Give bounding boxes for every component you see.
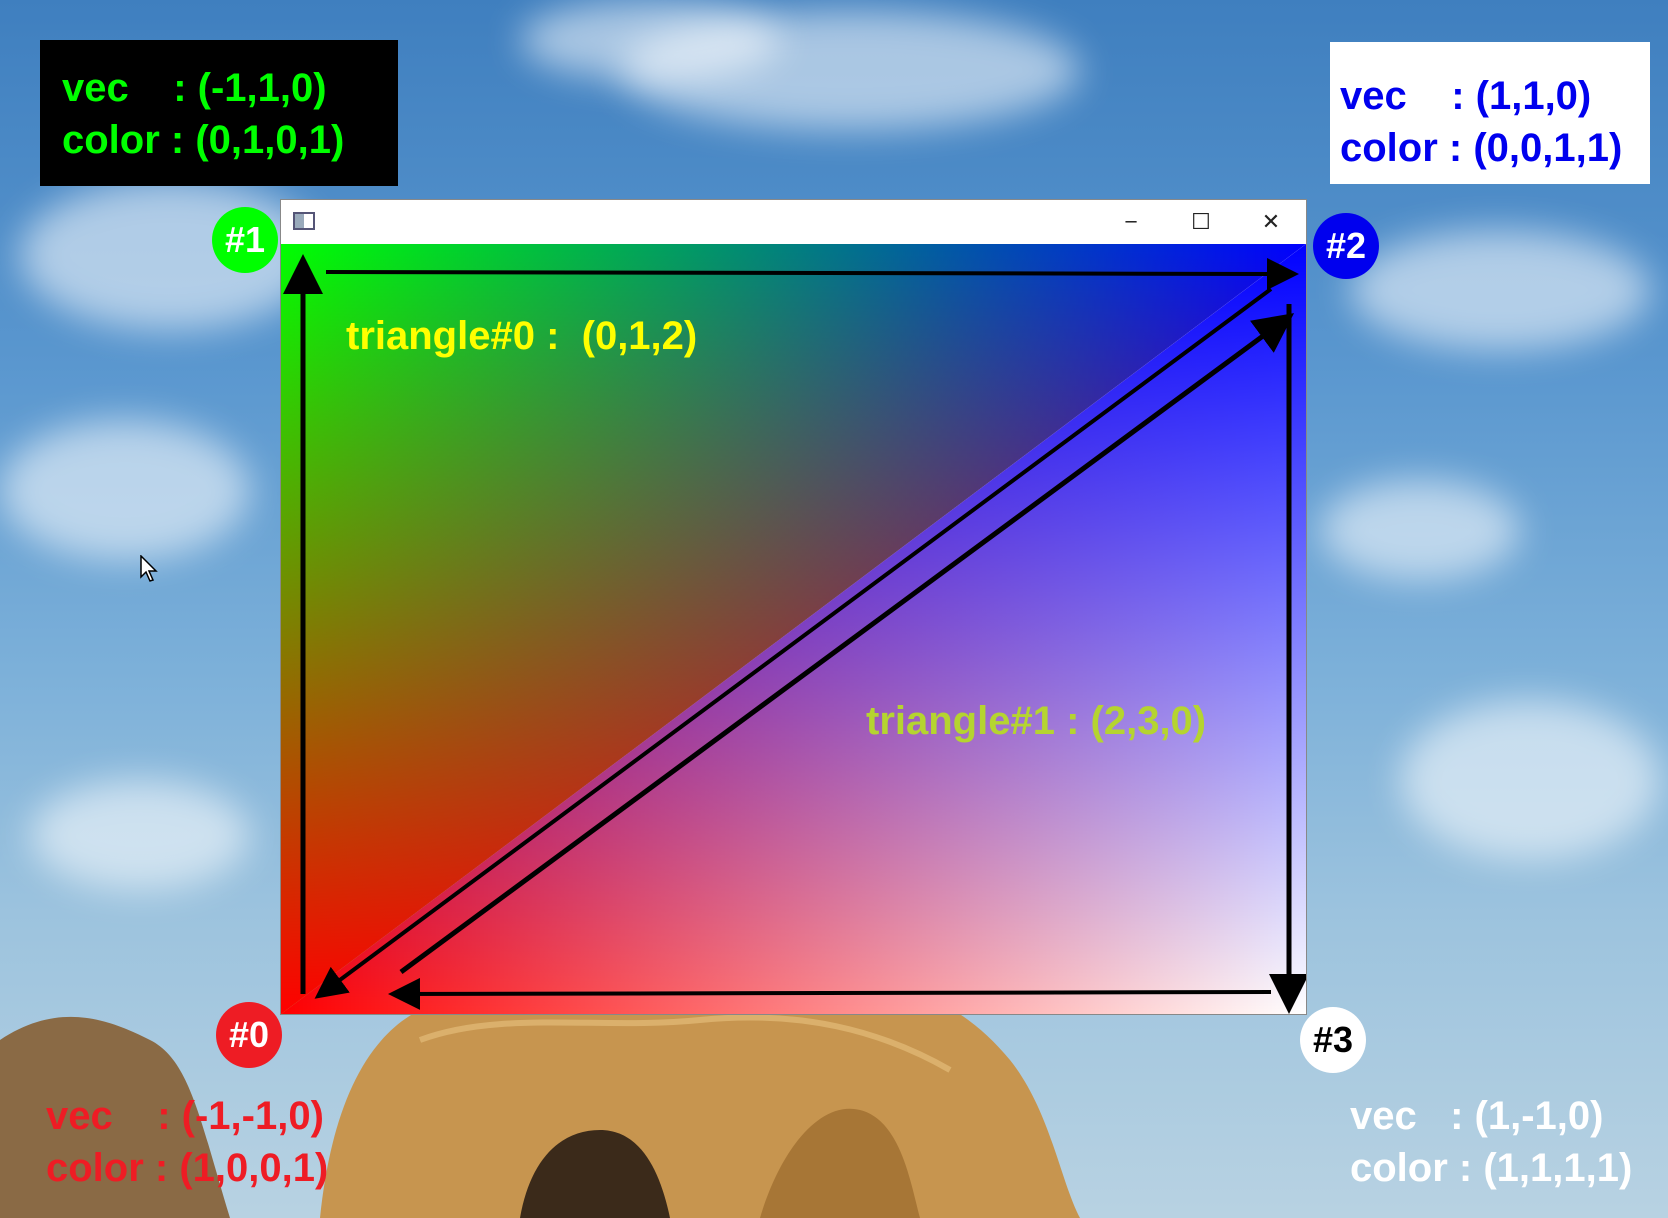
vertex-0-color-value: : (1,0,0,1)	[154, 1146, 329, 1190]
triangle-0-label: triangle#0 : (0,1,2)	[346, 314, 698, 358]
mouse-cursor-icon	[140, 555, 158, 582]
vertex-1-vec-value: : (-1,1,0)	[173, 66, 327, 110]
triangle-1-label: triangle#1 : (2,3,0)	[866, 699, 1207, 743]
app-icon	[293, 212, 315, 230]
maximize-button[interactable]: ☐	[1166, 200, 1236, 244]
vertex-1-color-value: : (0,1,0,1)	[170, 118, 345, 162]
vertex-0-info: vec : (-1,-1,0) color : (1,0,0,1)	[46, 1090, 328, 1194]
title-bar[interactable]: ─ ☐ ✕	[281, 200, 1306, 244]
vertex-2-color-key: color	[1340, 126, 1449, 170]
render-canvas: triangle#0 : (0,1,2) triangle#1 : (2,3,0…	[281, 244, 1306, 1014]
edge-arrow-1-2	[325, 257, 1299, 290]
vertex-badge-3: #3	[1300, 1007, 1366, 1073]
vertex-2-vec-key: vec	[1340, 74, 1452, 118]
vertex-1-color-key: color	[62, 118, 171, 162]
vertex-badge-0: #0	[216, 1002, 282, 1068]
edge-arrow-3-0	[388, 977, 1272, 1010]
vertex-3-vec-value: : (1,-1,0)	[1450, 1094, 1604, 1138]
vertex-0-color-key: color	[46, 1146, 155, 1190]
close-button[interactable]: ✕	[1236, 200, 1306, 244]
vertex-2-vec-value: : (1,1,0)	[1451, 74, 1592, 118]
vertex-2-color-value: : (0,0,1,1)	[1448, 126, 1623, 170]
vertex-3-vec-key: vec	[1350, 1094, 1451, 1138]
gradient-quad	[281, 244, 1306, 1014]
vertex-3-color-key: color	[1350, 1146, 1459, 1190]
vertex-badge-2: #2	[1313, 213, 1379, 279]
vertex-1-vec-key: vec	[62, 66, 174, 110]
vertex-3-info: vec : (1,-1,0) color : (1,1,1,1)	[1350, 1090, 1632, 1194]
vertex-3-color-value: : (1,1,1,1)	[1458, 1146, 1633, 1190]
vertex-2-info: vec : (1,1,0) color : (0,0,1,1)	[1330, 42, 1650, 184]
minimize-button[interactable]: ─	[1096, 200, 1166, 244]
vertex-0-vec-key: vec	[46, 1094, 158, 1138]
app-window: ─ ☐ ✕ triangle#0: (0,1,2) triangle#1: …	[281, 200, 1306, 1014]
vertex-0-vec-value: : (-1,-1,0)	[157, 1094, 324, 1138]
vertex-badge-1: #1	[212, 207, 278, 273]
vertex-1-info: vec : (-1,1,0) color : (0,1,0,1)	[40, 40, 398, 186]
